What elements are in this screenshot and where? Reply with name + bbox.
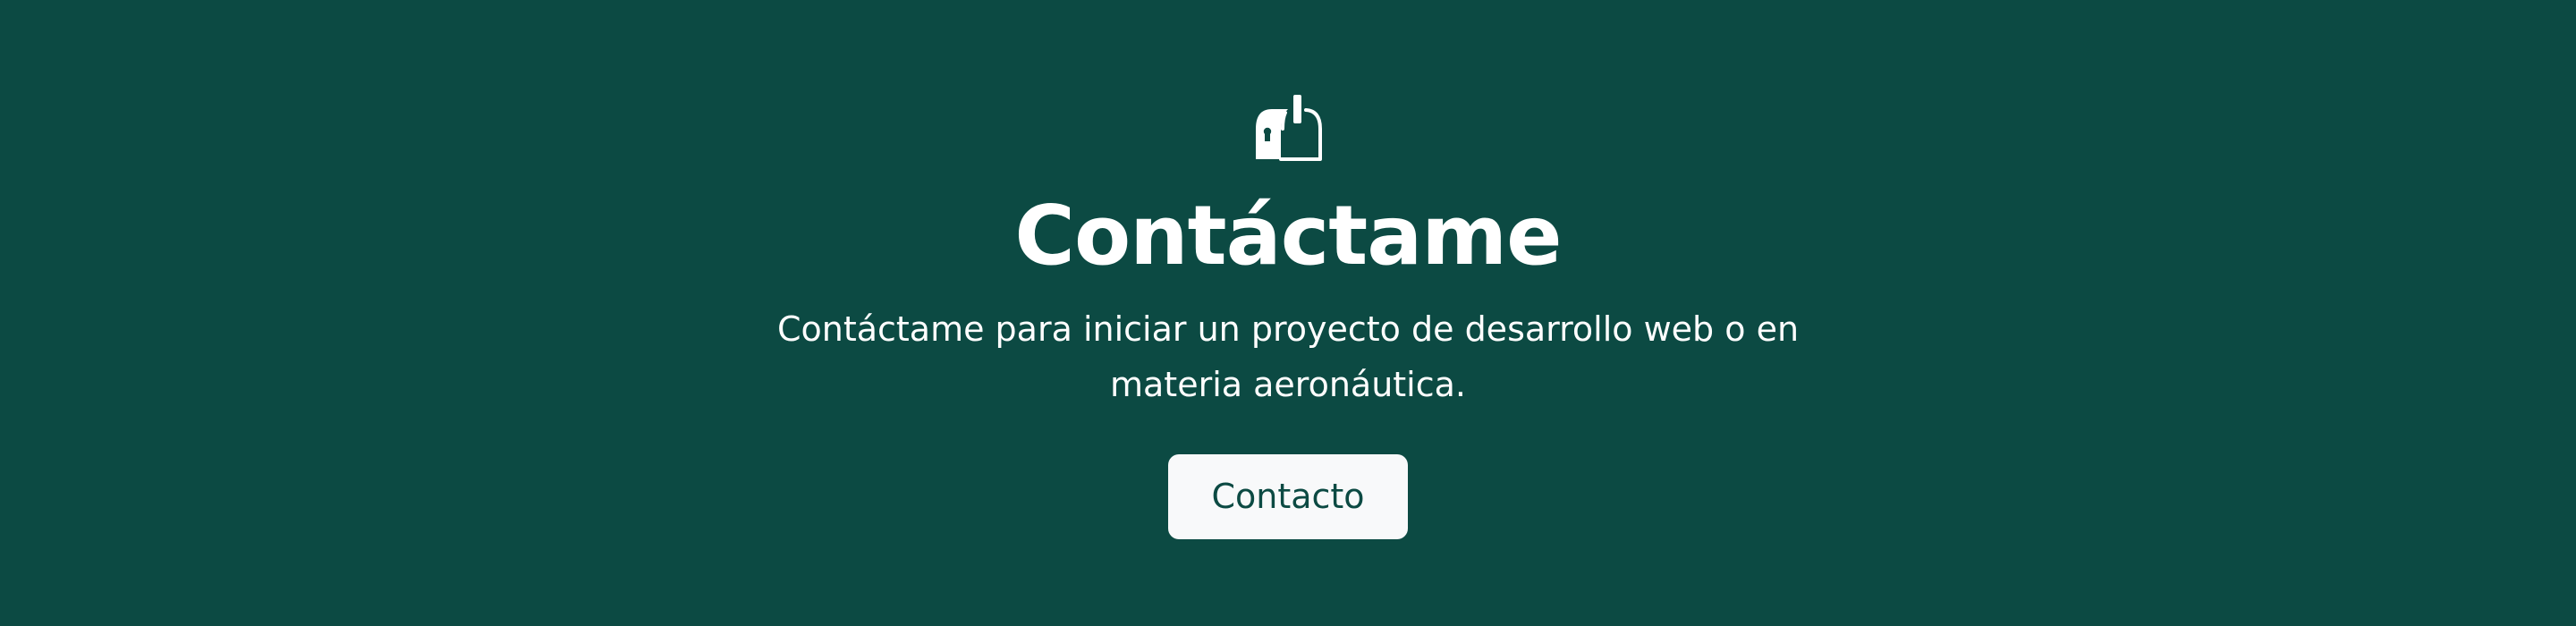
- section-description: Contáctame para iniciar un proyecto de d…: [776, 309, 1800, 404]
- section-title: Contáctame: [1014, 188, 1562, 283]
- contact-button[interactable]: Contacto: [1168, 454, 1408, 539]
- contact-section: Contáctame Contáctame para iniciar un pr…: [0, 0, 2576, 626]
- mailbox-icon: [1252, 95, 1324, 161]
